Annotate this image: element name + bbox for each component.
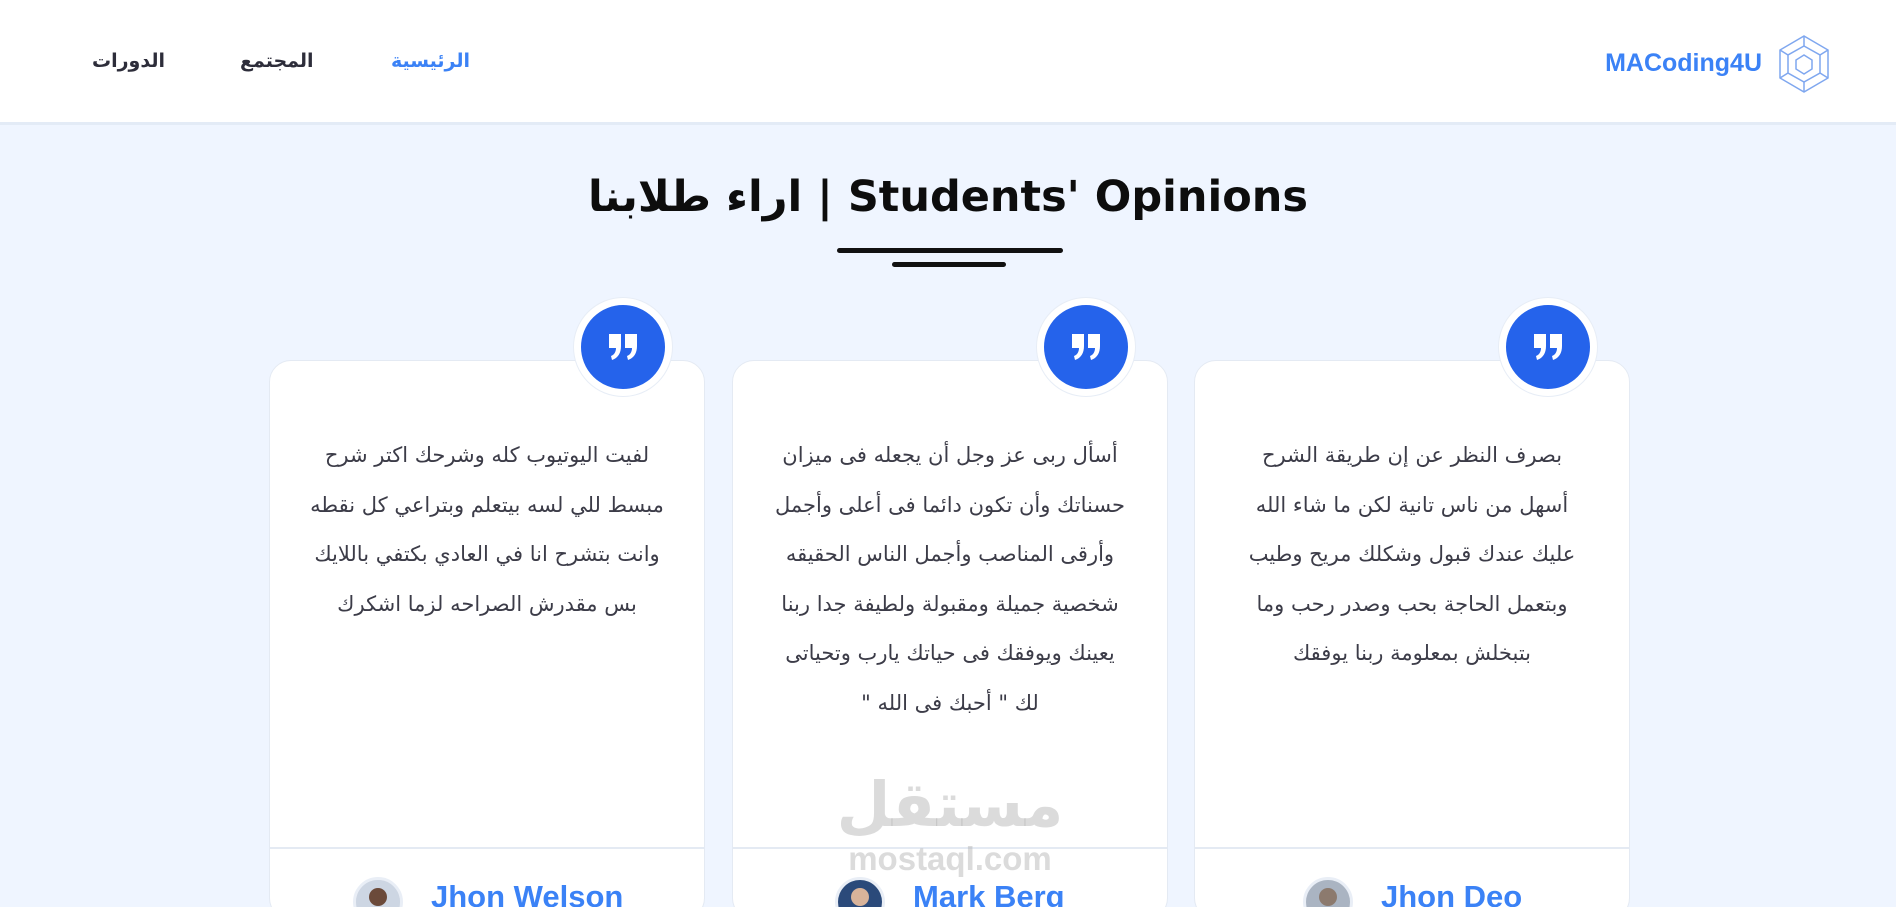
card-divider <box>1195 847 1629 849</box>
student-name: Mark Berg <box>913 879 1065 907</box>
nav-link-courses[interactable]: الدورات <box>92 50 165 72</box>
quote-icon <box>609 334 637 360</box>
student-name: Jhon Welson <box>431 879 624 907</box>
avatar <box>353 877 403 907</box>
brand-name[interactable]: MACoding4U <box>1605 49 1762 78</box>
student-name: Jhon Deo <box>1381 879 1523 907</box>
cube-logo-icon <box>1779 35 1829 93</box>
testimonial-text: بصرف النظر عن إن طريقة الشرح أسهل من ناس… <box>1248 443 1576 665</box>
quote-icon <box>1072 334 1100 360</box>
card-divider <box>270 847 704 849</box>
watermark: مستقل mostaql.com <box>820 768 1080 876</box>
nav-link-community[interactable]: المجتمع <box>240 50 314 72</box>
quote-icon <box>1534 334 1562 360</box>
avatar <box>835 877 885 907</box>
watermark-arabic: مستقل <box>836 768 1064 841</box>
avatar <box>1303 877 1353 907</box>
navbar: الدورات المجتمع الرئيسية MACoding4U <box>0 0 1896 125</box>
nav-link-home[interactable]: الرئيسية <box>391 50 470 72</box>
title-underline <box>837 248 1063 253</box>
watermark-latin: mostaql.com <box>848 840 1052 877</box>
testimonial-card: بصرف النظر عن إن طريقة الشرح أسهل من ناس… <box>1194 360 1630 907</box>
testimonial-card: لفيت اليوتيوب كله وشرحك اكتر شرح مبسط لل… <box>269 360 705 907</box>
quote-badge <box>1037 298 1135 396</box>
section-title: اراء طلابنا | Students' Opinions <box>588 172 1308 222</box>
quote-badge <box>574 298 672 396</box>
quote-badge <box>1499 298 1597 396</box>
testimonial-text: أسأل ربى عز وجل أن يجعله فى ميزان حسناتك… <box>774 443 1126 715</box>
testimonial-text: لفيت اليوتيوب كله وشرحك اكتر شرح مبسط لل… <box>310 443 664 616</box>
title-underline-short <box>892 262 1006 267</box>
